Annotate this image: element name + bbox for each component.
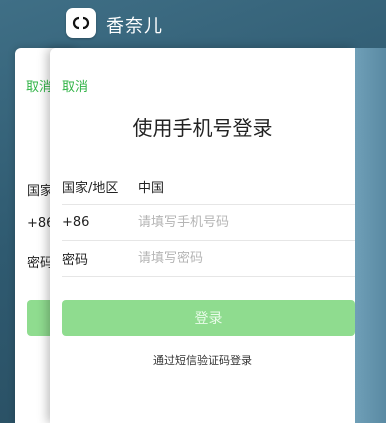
background-cancel-link: 取消 xyxy=(26,80,53,95)
country-row[interactable]: 国家/地区 中国 xyxy=(62,168,355,205)
login-button[interactable]: 登录 xyxy=(62,300,355,336)
login-card: 取消 使用手机号登录 国家/地区 中国 +86 密码 登录 通过短信验证码登录 xyxy=(50,48,355,423)
app-header: 香奈儿 xyxy=(0,0,386,48)
country-code-label: +86 xyxy=(62,214,90,230)
country-label: 国家/地区 xyxy=(62,180,119,196)
chanel-logo-icon[interactable] xyxy=(66,8,96,38)
app-name: 香奈儿 xyxy=(106,16,163,37)
phone-input[interactable] xyxy=(138,214,338,230)
background-edge xyxy=(355,48,386,423)
page-title: 使用手机号登录 xyxy=(132,116,273,140)
sms-login-link[interactable]: 通过短信验证码登录 xyxy=(50,352,355,368)
phone-row: +86 xyxy=(62,204,355,241)
password-input[interactable] xyxy=(138,250,338,266)
cancel-button[interactable]: 取消 xyxy=(62,76,88,95)
password-row: 密码 xyxy=(62,240,355,277)
password-label: 密码 xyxy=(62,252,89,268)
country-value[interactable]: 中国 xyxy=(138,177,164,196)
